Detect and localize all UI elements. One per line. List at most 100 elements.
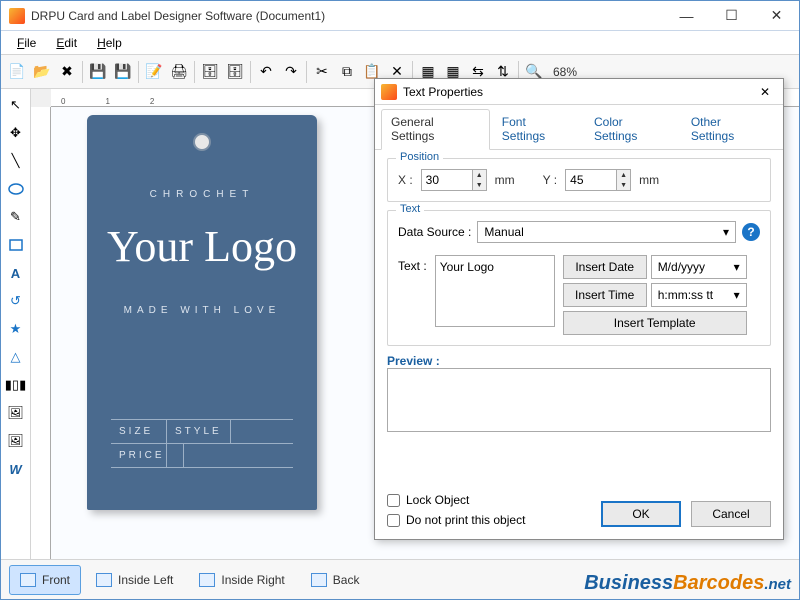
tag-fields: SIZESTYLE PRICE (111, 419, 293, 468)
tag-size-label: SIZE (111, 420, 167, 443)
save-icon[interactable]: 💾 (86, 60, 110, 84)
copy-icon[interactable]: ⧉ (335, 60, 359, 84)
text-section: Text Data Source : Manual ▾ ? Text : Ins… (387, 210, 771, 346)
vertical-ruler (31, 107, 51, 559)
text-label: Text : (398, 255, 427, 335)
tag-script-text[interactable]: Your Logo (87, 225, 317, 269)
insert-time-button[interactable]: Insert Time (563, 283, 647, 307)
menu-help[interactable]: Help (87, 34, 132, 52)
text-properties-dialog: Text Properties ✕ General Settings Font … (374, 78, 784, 540)
data-source-label: Data Source : (398, 225, 471, 239)
undo-icon[interactable]: ↶ (254, 60, 278, 84)
minimize-button[interactable]: — (664, 2, 709, 30)
page-tab-front[interactable]: Front (9, 565, 81, 595)
window-title: DRPU Card and Label Designer Software (D… (31, 9, 664, 23)
close-document-icon[interactable]: ✖ (55, 60, 79, 84)
text-input[interactable] (435, 255, 555, 327)
position-section: Position X : ▲▼ mm Y : ▲▼ mm (387, 158, 771, 202)
page-icon (20, 573, 36, 587)
tag-price-label: PRICE (111, 444, 167, 467)
tab-color-settings[interactable]: Color Settings (584, 109, 679, 149)
help-icon[interactable]: ? (742, 223, 760, 241)
page-tab-back[interactable]: Back (300, 565, 371, 595)
dialog-icon (381, 84, 397, 100)
x-spinner[interactable]: ▲▼ (421, 169, 487, 191)
insert-template-button[interactable]: Insert Template (563, 311, 747, 335)
zoom-level[interactable]: 68% (553, 65, 577, 79)
do-not-print-checkbox[interactable]: Do not print this object (387, 513, 585, 527)
save-as-icon[interactable]: 💾 (111, 60, 135, 84)
barcode-tool-icon[interactable]: ▮▯▮ (4, 373, 28, 397)
dialog-footer: Lock Object Do not print this object OK … (375, 485, 783, 539)
rectangle-tool-icon[interactable] (4, 233, 28, 257)
time-format-select[interactable]: h:mm:ss tt▾ (651, 283, 747, 307)
preview-section: Preview : (387, 354, 771, 432)
ok-button[interactable]: OK (601, 501, 681, 527)
x-input[interactable] (422, 170, 472, 190)
insert-controls: Insert Date M/d/yyyy▾ Insert Time h:mm:s… (563, 255, 747, 335)
cancel-button[interactable]: Cancel (691, 501, 771, 527)
dialog-title: Text Properties (403, 85, 753, 99)
line-tool-icon[interactable]: ╲ (4, 149, 28, 173)
chevron-down-icon: ▾ (734, 260, 740, 274)
data-source-select[interactable]: Manual ▾ (477, 221, 736, 243)
database-icon[interactable]: 🗄 (198, 60, 222, 84)
chevron-down-icon: ▾ (734, 288, 740, 302)
date-format-select[interactable]: M/d/yyyy▾ (651, 255, 747, 279)
insert-date-button[interactable]: Insert Date (563, 255, 647, 279)
maximize-button[interactable]: ☐ (709, 2, 754, 30)
move-tool-icon[interactable]: ✥ (4, 121, 28, 145)
x-up-icon[interactable]: ▲ (472, 170, 486, 180)
wordart-tool-icon[interactable]: W (4, 457, 28, 481)
y-down-icon[interactable]: ▼ (616, 180, 630, 190)
app-icon (9, 8, 25, 24)
tag-text-bottom: MADE WITH LOVE (87, 305, 317, 316)
ellipse-tool-icon[interactable] (4, 177, 28, 201)
label-tag-object[interactable]: CHROCHET Your Logo MADE WITH LOVE SIZEST… (87, 115, 317, 510)
print-icon[interactable]: 🖨 (167, 60, 191, 84)
menu-edit[interactable]: Edit (46, 34, 87, 52)
page-tab-inside-left[interactable]: Inside Left (85, 565, 184, 595)
database2-icon[interactable]: 🗄 (223, 60, 247, 84)
star-tool-icon[interactable]: ★ (4, 317, 28, 341)
window-controls: — ☐ ✕ (664, 2, 799, 30)
page-icon (311, 573, 327, 587)
new-document-icon[interactable]: 📄 (5, 60, 29, 84)
tab-general-settings[interactable]: General Settings (381, 109, 490, 150)
page-icon (199, 573, 215, 587)
open-folder-icon[interactable]: 📂 (30, 60, 54, 84)
arc-tool-icon[interactable]: ↺ (4, 289, 28, 313)
x-label: X : (398, 173, 413, 187)
image-tool-icon[interactable]: 🖼 (4, 401, 28, 425)
chevron-down-icon: ▾ (723, 225, 729, 239)
y-label: Y : (543, 173, 557, 187)
page-icon (96, 573, 112, 587)
text-legend: Text (396, 203, 424, 215)
close-button[interactable]: ✕ (754, 2, 799, 30)
brand-watermark: BusinessBarcodes.net (584, 572, 791, 595)
triangle-tool-icon[interactable]: △ (4, 345, 28, 369)
tool-palette: ↖ ✥ ╲ ✎ A ↺ ★ △ ▮▯▮ 🖼 🖼 W (1, 89, 31, 559)
page-tabs: Front Inside Left Inside Right Back Busi… (1, 559, 799, 599)
dialog-tabs: General Settings Font Settings Color Set… (375, 105, 783, 150)
dialog-close-button[interactable]: ✕ (753, 82, 777, 102)
menu-file[interactable]: File (7, 34, 46, 52)
dialog-body: Position X : ▲▼ mm Y : ▲▼ mm Text D (375, 150, 783, 485)
image-library-icon[interactable]: 🖼 (4, 429, 28, 453)
x-down-icon[interactable]: ▼ (472, 180, 486, 190)
tab-font-settings[interactable]: Font Settings (492, 109, 582, 149)
lock-object-checkbox[interactable]: Lock Object (387, 493, 585, 507)
redo-icon[interactable]: ↷ (279, 60, 303, 84)
y-up-icon[interactable]: ▲ (616, 170, 630, 180)
dialog-titlebar: Text Properties ✕ (375, 79, 783, 105)
pointer-tool-icon[interactable]: ↖ (4, 93, 28, 117)
y-spinner[interactable]: ▲▼ (565, 169, 631, 191)
page-tab-inside-right[interactable]: Inside Right (188, 565, 295, 595)
y-input[interactable] (566, 170, 616, 190)
edit-icon[interactable]: 📝 (142, 60, 166, 84)
cut-icon[interactable]: ✂ (310, 60, 334, 84)
tab-other-settings[interactable]: Other Settings (681, 109, 777, 149)
text-tool-icon[interactable]: A (4, 261, 28, 285)
position-legend: Position (396, 151, 443, 163)
pencil-tool-icon[interactable]: ✎ (4, 205, 28, 229)
